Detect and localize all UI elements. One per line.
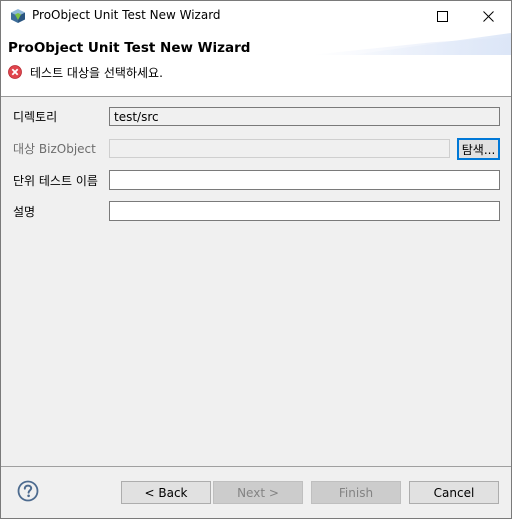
description-field[interactable]: [109, 201, 500, 221]
footer-separator: [1, 466, 511, 467]
maximize-icon: [436, 10, 448, 22]
directory-field[interactable]: [109, 107, 500, 126]
error-icon: [8, 65, 22, 79]
cancel-button[interactable]: Cancel: [409, 481, 499, 504]
directory-label: 디렉토리: [13, 110, 58, 124]
help-icon[interactable]: [17, 480, 39, 502]
wizard-page-title: ProObject Unit Test New Wizard: [8, 40, 251, 56]
close-button[interactable]: [465, 1, 511, 31]
back-button[interactable]: < Back: [121, 481, 211, 504]
browse-button[interactable]: 탐색...: [457, 138, 500, 160]
error-message: 테스트 대상을 선택하세요.: [30, 66, 163, 80]
proobject-cube-icon: [11, 9, 25, 23]
finish-button: Finish: [311, 481, 401, 504]
close-icon: [482, 10, 494, 22]
window-title: ProObject Unit Test New Wizard: [32, 8, 221, 22]
target-bizobject-field: [109, 139, 450, 158]
unit-test-name-field[interactable]: [109, 170, 500, 190]
wizard-dialog: ProObject Unit Test New Wizard ProObject…: [0, 0, 512, 519]
maximize-button[interactable]: [419, 1, 465, 31]
title-bar: ProObject Unit Test New Wizard: [1, 1, 511, 31]
unit-test-name-label: 단위 테스트 이름: [13, 174, 98, 188]
next-button: Next >: [213, 481, 303, 504]
description-label: 설명: [13, 205, 36, 219]
target-bizobject-label: 대상 BizObject: [13, 142, 96, 156]
header-banner-graphic-accent: [351, 33, 511, 55]
wizard-header: ProObject Unit Test New Wizard 테스트 대상을 선…: [1, 31, 511, 97]
